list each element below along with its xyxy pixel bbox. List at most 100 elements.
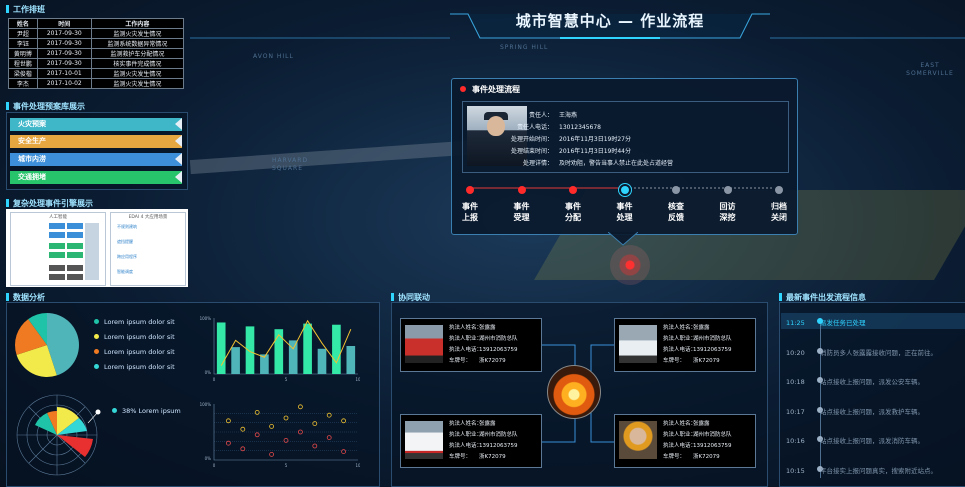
bullet-icon <box>6 199 9 207</box>
step-node-icon[interactable] <box>672 186 680 194</box>
shift-cell: 监测系统数据异常情况 <box>90 38 185 49</box>
bar <box>332 324 341 374</box>
bullet-icon <box>6 5 9 13</box>
step-label[interactable]: 事件 上报 <box>458 201 482 223</box>
map-label: AVON HILL <box>253 53 294 60</box>
shift-table: 姓名 时间 工作内容 尹超 2017-09-30 监测火灾发生情况 李钰 2017-09… <box>8 18 185 89</box>
x-tick-label: 10 <box>355 377 360 382</box>
step-label[interactable]: 事件 处理 <box>613 201 637 223</box>
pie-chart[interactable] <box>12 310 82 380</box>
shift-cell: 2017-10-01 <box>36 68 92 79</box>
bar <box>245 326 255 374</box>
shift-cell: 核实事件完成情况 <box>90 58 185 69</box>
shift-cell: 尹超 <box>8 28 38 39</box>
x-tick-label: 0 <box>213 377 216 382</box>
shift-cell: 黄明博 <box>8 48 38 59</box>
collab-card-info: 执法人姓名：张露露 执法人职业：湖州市消防总队 执法人电话：13912063759 车… <box>449 421 518 460</box>
shift-cell: 李钰 <box>8 38 38 49</box>
shift-col-name: 姓名 <box>8 18 38 29</box>
collab-card-info: 执法人姓名：张露露 执法人职业：湖州市消防总队 执法人电话：13912063759 车… <box>663 325 732 364</box>
step-node-icon[interactable] <box>466 186 474 194</box>
timeline-item[interactable]: 10:17 站点接收上报问题，派发救护车辆。 <box>786 406 924 416</box>
legend-swatch-icon <box>94 334 99 339</box>
shift-cell: 李杰 <box>8 78 38 89</box>
shift-title: 工作排班 <box>6 4 45 15</box>
scatter-point <box>225 418 231 424</box>
step-label[interactable]: 回访 深挖 <box>716 201 740 223</box>
collab-card-info: 执法人姓名：张露露 执法人职业：湖州市消防总队 执法人电话：13912063759 车… <box>449 325 518 364</box>
step-node-icon[interactable] <box>620 186 629 194</box>
collab-card[interactable]: 执法人姓名：张露露 执法人职业：湖州市消防总队 执法人电话：13912063759 车… <box>614 318 756 372</box>
bar <box>303 323 312 374</box>
map-label: HARVARD SQUARE <box>272 157 309 172</box>
legend-swatch-icon <box>94 319 99 324</box>
step-node-icon[interactable] <box>723 186 732 194</box>
bar <box>231 347 240 374</box>
x-tick-label: 5 <box>285 463 288 468</box>
y-tick-label: 100% <box>200 402 211 407</box>
collab-card[interactable]: 执法人姓名：张露露 执法人职业：湖州市消防总队 执法人电话：13912063759 车… <box>400 414 542 468</box>
scatter-point <box>312 443 318 449</box>
bullet-icon <box>6 102 9 110</box>
step-label[interactable]: 归档 关闭 <box>767 201 791 223</box>
scatter-point <box>341 449 347 454</box>
shift-col-content: 工作内容 <box>90 18 185 29</box>
x-tick-label: 0 <box>213 463 216 468</box>
shift-cell: 2017-09-30 <box>36 58 92 69</box>
scatter-point <box>269 452 274 457</box>
shift-cell: 2017-10-02 <box>36 78 92 89</box>
plan-safety-button[interactable]: 安全生产 <box>10 135 182 148</box>
scatter-point <box>254 409 260 415</box>
y-tick-label: 100% <box>200 316 211 321</box>
shift-cell: 监测火灾发生情况 <box>90 78 185 89</box>
engine-right-item: 遮挡提醒 <box>117 239 133 244</box>
step-label[interactable]: 事件 分配 <box>561 201 585 223</box>
timeline-item[interactable]: 11:25 派发任务已处理 <box>786 317 866 327</box>
timeline-item[interactable]: 10:16 站点接收上报问题，派发消防车辆。 <box>786 435 924 445</box>
plans-title: 事件处理预案库展示 <box>6 101 85 112</box>
fire-truck-image <box>405 325 443 363</box>
bullet-icon <box>779 293 782 301</box>
y-tick-label: 0% <box>205 370 212 375</box>
shift-cell: 监测救护车分配情况 <box>90 48 185 59</box>
shift-row: 梁俊楷 2017-10-01 监测火灾发生情况 <box>8 68 185 79</box>
shift-cell: 2017-09-30 <box>36 48 92 59</box>
scatter-point <box>240 426 246 432</box>
firefighter-image <box>619 421 657 459</box>
step-node-icon[interactable] <box>517 186 526 194</box>
fire-scene-image[interactable] <box>547 365 601 419</box>
timeline-item[interactable]: 10:18 站点接收上报问题，派发公安车辆。 <box>786 376 924 386</box>
scatter-chart[interactable]: 100% 0%0 5 10 <box>200 400 360 470</box>
collab-card[interactable]: 执法人姓名：张露露 执法人职业：湖州市消防总队 执法人电话：13912063759 车… <box>400 318 542 372</box>
scatter-point <box>269 423 274 429</box>
step-node-icon[interactable] <box>569 186 577 194</box>
engine-right-item: 不规则建筑 <box>117 224 137 229</box>
timeline-item[interactable]: 10:15 平台接实上报问题真实，搜索附近站点。 <box>786 465 937 475</box>
shift-col-time: 时间 <box>36 18 92 29</box>
engine-right-title: EDAI 4 大应用场景 <box>128 215 168 220</box>
plan-fire-button[interactable]: 火灾预案 <box>10 118 182 131</box>
plan-traffic-button[interactable]: 交通拥堵 <box>10 171 182 184</box>
scatter-point <box>225 440 231 446</box>
engine-diagram[interactable]: 人工智能 EDAI 4 大应用场景 不规则建筑 遮挡提醒 跨应用程序 智能调度 <box>6 209 188 287</box>
shift-cell: 梁俊楷 <box>8 68 38 79</box>
legend-item: Lorem ipsum dolor sit <box>94 348 175 356</box>
collab-card[interactable]: 执法人姓名：张露露 执法人职业：湖州市消防总队 执法人电话：13912063759 车… <box>614 414 756 468</box>
map-event-marker[interactable] <box>610 245 650 285</box>
bar <box>274 329 284 374</box>
header: 城市智慧中心 — 作业流程 <box>450 0 770 40</box>
step-label[interactable]: 事件 受理 <box>510 201 534 223</box>
timeline-item[interactable]: 10:20 消防员多人张露露接收问题，正在前往。 <box>786 347 937 357</box>
shift-row: 程世鹏 2017-09-30 核实事件完成情况 <box>8 58 185 69</box>
scatter-point <box>312 421 318 427</box>
step-node-icon[interactable] <box>775 186 783 194</box>
legend-swatch-icon <box>94 364 99 369</box>
bar <box>317 348 327 374</box>
bar-chart[interactable]: 100% 0%0 5 10 <box>200 314 360 384</box>
callout-pointer <box>608 232 638 246</box>
step-label[interactable]: 核查 反馈 <box>664 201 688 223</box>
map-label: EAST SOMERVILLE <box>906 62 954 77</box>
radar-chart[interactable] <box>10 390 105 480</box>
plan-flood-button[interactable]: 城市内涝 <box>10 153 182 166</box>
map-label: SPRING HILL <box>500 44 549 51</box>
